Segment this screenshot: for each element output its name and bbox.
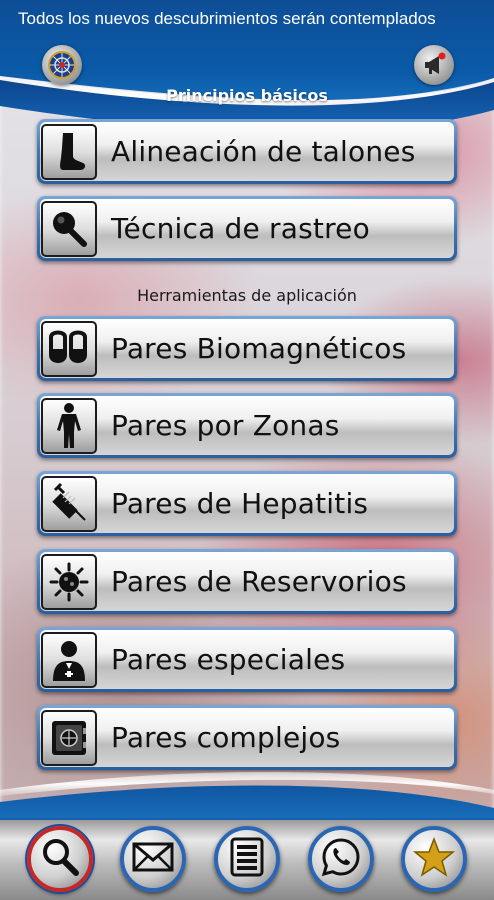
menu-label: Pares Biomagnéticos: [111, 332, 407, 365]
doctor-icon: [41, 631, 97, 688]
menu-button-reservorios[interactable]: Pares de Reservorios: [37, 549, 457, 614]
menu-button-especiales[interactable]: Pares especiales: [37, 627, 457, 692]
menu-label: Pares de Reservorios: [111, 565, 407, 598]
menu-label: Técnica de rastreo: [111, 212, 370, 245]
mail-nav-button[interactable]: [120, 826, 186, 892]
safe-icon: [41, 709, 97, 766]
whatsapp-icon: [321, 837, 361, 882]
menu-button-biomagneticos[interactable]: Pares Biomagnéticos: [37, 316, 457, 381]
whatsapp-nav-button[interactable]: [308, 826, 374, 892]
search-nav-button[interactable]: [27, 826, 93, 892]
foot-icon: [41, 123, 97, 180]
star-nav-button[interactable]: [401, 826, 467, 892]
search-icon: [38, 835, 82, 884]
menu-label: Pares de Hepatitis: [111, 487, 369, 520]
magnets-icon: [41, 320, 97, 377]
list-nav-button[interactable]: [214, 826, 280, 892]
menu-button-zonas[interactable]: Pares por Zonas: [37, 393, 457, 458]
menu-label: Pares complejos: [111, 721, 341, 754]
syringe-icon: [41, 475, 97, 532]
menu-label: Alineación de talones: [111, 135, 416, 168]
list-icon: [229, 837, 265, 882]
mail-icon: [132, 841, 174, 878]
section-title-tools: Herramientas de aplicación: [137, 286, 357, 305]
emblem-icon[interactable]: [42, 45, 82, 85]
virus-icon: [41, 553, 97, 610]
megaphone-icon[interactable]: [414, 45, 454, 85]
section-title-basic: Principios básicos: [166, 86, 328, 105]
magnifier-icon: [41, 200, 97, 257]
news-ticker: Todos los nuevos descubrimientos serán c…: [18, 9, 436, 28]
menu-button-hepatitis[interactable]: Pares de Hepatitis: [37, 471, 457, 536]
star-icon: [412, 836, 456, 882]
body-icon: [41, 397, 97, 454]
menu-button-tecnica[interactable]: Técnica de rastreo: [37, 196, 457, 261]
menu-label: Pares por Zonas: [111, 409, 340, 442]
menu-button-complejos[interactable]: Pares complejos: [37, 705, 457, 770]
menu-label: Pares especiales: [111, 643, 346, 676]
menu-button-alineacion[interactable]: Alineación de talones: [37, 119, 457, 184]
